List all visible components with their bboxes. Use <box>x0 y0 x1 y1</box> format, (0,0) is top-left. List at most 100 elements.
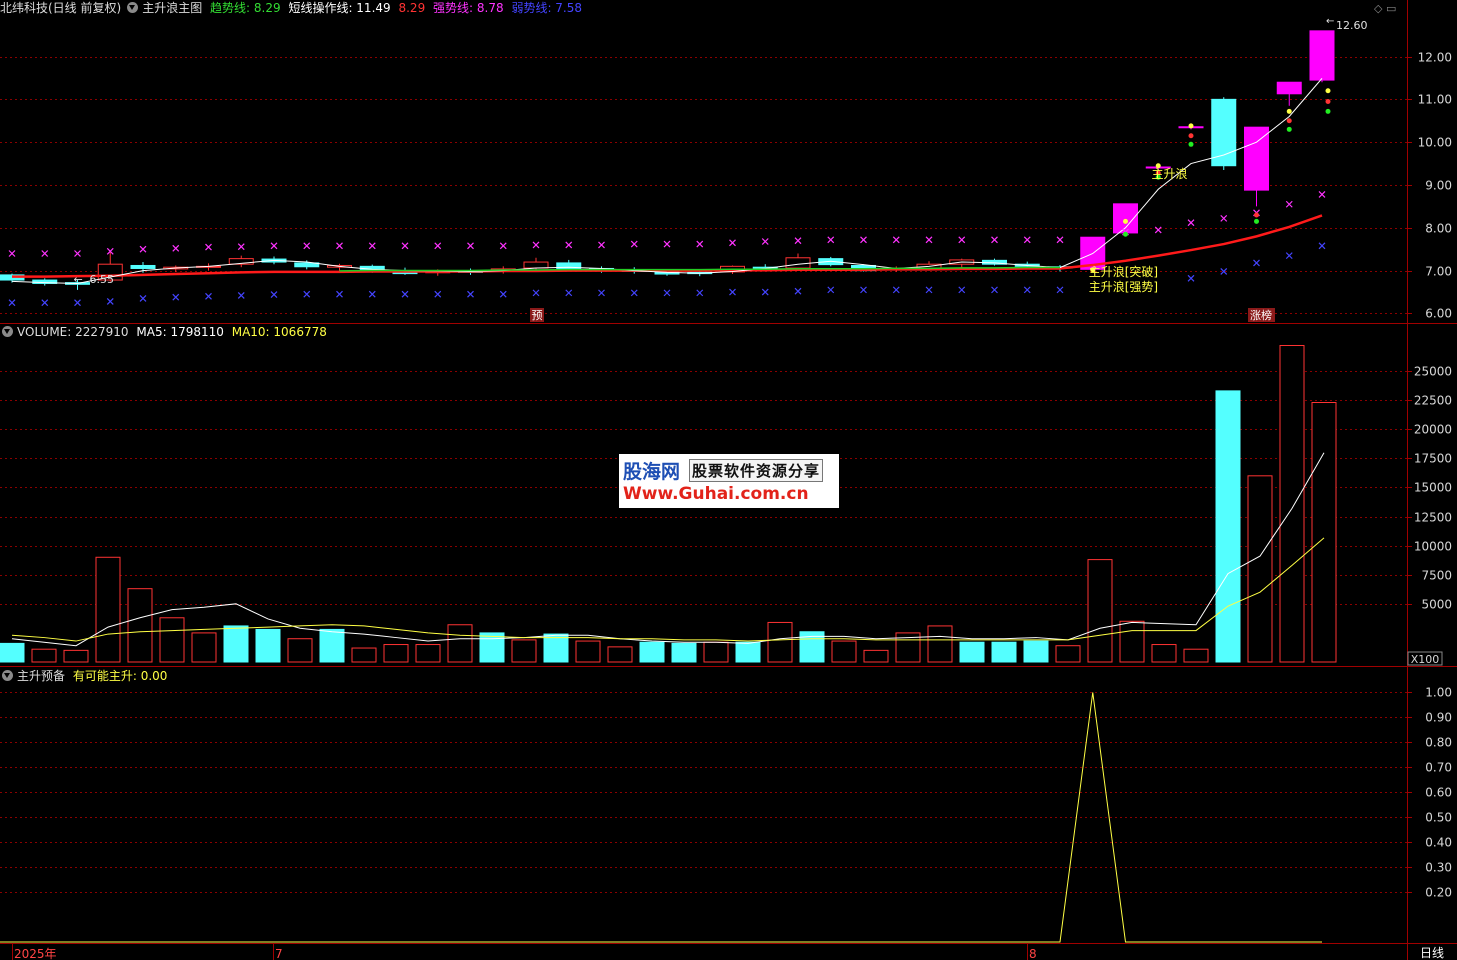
weak-marker <box>1056 286 1064 294</box>
weak-marker <box>205 292 212 300</box>
volume-tick-label: 17500 <box>1414 452 1452 466</box>
watermark-slogan: 股票软件资源分享 <box>689 459 824 482</box>
weak-marker <box>1318 242 1326 250</box>
diamond-icon[interactable]: ◇ <box>1374 2 1382 15</box>
volume-bar <box>959 641 985 663</box>
strong-marker <box>8 250 16 257</box>
sub-header: 主升预备 有可能主升: 0.00 <box>0 668 171 684</box>
weak-marker <box>794 287 802 295</box>
signal-dot <box>1325 88 1331 94</box>
signal-dot <box>1286 126 1292 132</box>
strong-marker <box>1056 236 1064 244</box>
volume-bar <box>351 647 377 663</box>
signal-dot <box>1123 218 1128 224</box>
volume-tick-label: 15000 <box>1414 481 1452 495</box>
volume-bar <box>1279 344 1305 663</box>
signal-dot <box>1286 108 1292 114</box>
volume-tick-label: 12500 <box>1414 511 1452 525</box>
breakout-label: 主升浪[突破] <box>1089 264 1158 279</box>
watermark: 股海网 股票软件资源分享 Www.Guhai.com.cn <box>619 454 839 508</box>
strong-marker <box>205 243 212 251</box>
weak-marker <box>303 290 311 298</box>
volume-tick-label: 10000 <box>1414 540 1452 554</box>
price-tick-label: 9.00 <box>1425 179 1452 193</box>
volume-bar <box>479 632 505 663</box>
short-line <box>11 78 1323 284</box>
signal-dot <box>1188 133 1194 139</box>
dropdown-icon[interactable] <box>2 326 13 337</box>
weak-marker <box>925 286 933 294</box>
weak-marker <box>630 289 638 297</box>
strong-marker <box>827 236 835 244</box>
volume-bar <box>447 624 473 663</box>
price-tick-label: 7.00 <box>1425 265 1452 279</box>
weak-marker <box>172 293 180 301</box>
wave-label: 主升浪 <box>1152 166 1188 181</box>
stock-title: 北纬科技(日线 前复权) <box>0 1 122 15</box>
sub-tick-label: 0.50 <box>1425 811 1452 825</box>
weak-marker <box>1285 252 1293 260</box>
volume-bar <box>1183 648 1209 663</box>
dropdown-icon[interactable] <box>2 670 13 681</box>
weak-marker <box>958 286 966 294</box>
weak-marker <box>368 290 376 298</box>
volume-bar <box>1023 640 1049 663</box>
candle-body <box>1211 98 1237 167</box>
volume-header: VOLUME: 2227910 MA5: 1798110 MA10: 10667… <box>0 324 331 340</box>
volume-bar <box>543 633 569 663</box>
volume-bar <box>191 632 217 663</box>
sub-indicator-value: 有可能主升: 0.00 <box>72 669 168 683</box>
volume-bar <box>927 625 953 663</box>
weak-marker <box>598 289 605 297</box>
signal-dot <box>1254 212 1259 218</box>
weak-marker <box>827 286 835 294</box>
volume-tick-label: 25000 <box>1414 365 1452 379</box>
strong-marker <box>1154 226 1162 234</box>
sub-tick-label: 0.30 <box>1425 861 1452 875</box>
price-tick-label: 10.00 <box>1418 136 1452 150</box>
volume-bar <box>1215 390 1241 663</box>
strong-marker <box>303 242 311 250</box>
strong-marker <box>663 240 671 248</box>
dropdown-icon[interactable] <box>127 2 139 13</box>
volume-bar <box>415 644 441 663</box>
window-controls: ◇ ▭ <box>1374 2 1396 15</box>
strong-marker <box>696 240 704 248</box>
volume-tick-label: 5000 <box>1421 598 1452 612</box>
weak-marker <box>1187 274 1195 282</box>
volume-bar <box>863 649 889 663</box>
signal-dot <box>1325 108 1331 114</box>
signal-dot <box>1188 141 1194 147</box>
weak-marker <box>532 289 540 297</box>
x-label-jul: 7 <box>275 947 283 960</box>
strong-marker <box>434 242 442 250</box>
watermark-logo: 股海网 <box>623 461 681 483</box>
weak-marker <box>1253 259 1260 267</box>
price-tick-label: 12.00 <box>1418 51 1452 65</box>
volume-bar <box>1151 644 1177 663</box>
strong-marker <box>761 238 769 245</box>
legend-short: 短线操作线: 11.49 <box>288 1 391 15</box>
volume-bar <box>63 649 89 663</box>
strong-marker <box>499 242 507 250</box>
strong-marker <box>1023 236 1031 244</box>
weak-marker <box>8 299 16 307</box>
volume-bar <box>511 639 537 663</box>
menu-icon[interactable]: ▭ <box>1386 2 1396 15</box>
strong-marker <box>630 240 638 248</box>
signal-dot <box>1188 123 1194 129</box>
volume-bar <box>255 628 281 663</box>
weak-marker <box>106 298 114 305</box>
low-arrow: ← <box>74 273 83 286</box>
signal-dot <box>1325 98 1331 104</box>
strong-marker <box>368 242 376 250</box>
weak-marker <box>499 290 507 298</box>
weak-marker <box>270 291 278 299</box>
weak-marker <box>434 290 442 298</box>
volume-bar <box>159 617 185 663</box>
strong-marker <box>892 236 900 244</box>
weak-marker <box>41 299 49 307</box>
strong-marker <box>794 237 802 245</box>
weak-marker <box>729 288 736 296</box>
strong-marker <box>532 241 540 249</box>
